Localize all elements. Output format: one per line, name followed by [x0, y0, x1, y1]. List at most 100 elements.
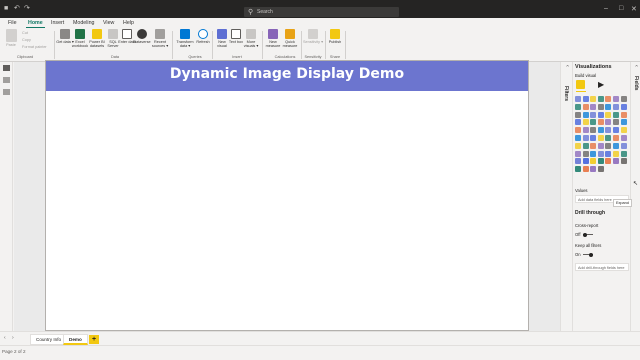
visual-type-icon[interactable]	[575, 127, 581, 134]
visual-type-icon[interactable]	[575, 111, 581, 118]
visual-type-icon[interactable]	[620, 142, 627, 149]
cut-button[interactable]: Cut	[22, 31, 28, 35]
quick-measure-button[interactable]: Quick measure	[281, 29, 299, 49]
visual-type-icon[interactable]	[605, 127, 612, 134]
tab-insert[interactable]: Insert	[49, 19, 66, 27]
visual-type-icon[interactable]	[597, 135, 604, 141]
paste-button[interactable]: Paste	[2, 29, 20, 47]
new-measure-button[interactable]: New measure	[264, 29, 282, 49]
add-page-button[interactable]: +	[89, 335, 99, 344]
visual-type-icon[interactable]	[590, 158, 597, 165]
visual-type-icon[interactable]	[582, 103, 589, 110]
recent-sources-button[interactable]: Recent sources ▾	[151, 29, 169, 49]
drill-through-well[interactable]: Add drill-through fields here	[575, 263, 629, 271]
visual-type-icon[interactable]	[613, 111, 619, 118]
visual-type-icon[interactable]	[582, 166, 589, 173]
visual-type-icon[interactable]	[597, 166, 604, 173]
excel-workbook-button[interactable]: Excel workbook	[71, 29, 89, 49]
undo-icon[interactable]: ↶	[14, 5, 20, 13]
filters-pane-collapsed[interactable]: ‹ Filters	[560, 62, 572, 344]
report-page[interactable]: Dynamic Image Display Demo	[45, 60, 529, 331]
visual-type-icon[interactable]	[590, 150, 597, 157]
copy-button[interactable]: Copy	[22, 38, 31, 42]
visual-type-icon[interactable]	[597, 111, 604, 118]
tab-modeling[interactable]: Modeling	[71, 19, 97, 27]
visual-type-icon[interactable]	[605, 135, 612, 141]
visual-type-icon[interactable]	[582, 158, 589, 165]
visual-type-icon[interactable]	[613, 158, 619, 165]
visual-type-icon[interactable]	[575, 103, 581, 110]
visual-type-icon[interactable]	[575, 158, 581, 165]
visual-type-icon[interactable]	[605, 158, 612, 165]
expand-icon[interactable]: ‹	[633, 65, 639, 67]
data-view-icon[interactable]	[3, 77, 10, 83]
tab-view[interactable]: View	[101, 19, 116, 27]
collapse-icon[interactable]: ‹	[564, 65, 570, 67]
visual-type-icon[interactable]	[613, 135, 619, 141]
visual-type-icon[interactable]	[575, 119, 581, 126]
visual-type-icon[interactable]	[590, 135, 597, 141]
dataverse-button[interactable]: Dataverse	[133, 29, 151, 44]
visual-type-icon[interactable]	[620, 135, 627, 141]
visual-type-icon[interactable]	[590, 119, 597, 126]
visual-type-icon[interactable]	[613, 150, 619, 157]
format-painter-button[interactable]: Format painter	[22, 45, 47, 49]
visual-type-icon[interactable]	[620, 158, 627, 165]
visual-type-icon[interactable]	[605, 111, 612, 118]
sensitivity-button[interactable]: Sensitivity ▾	[302, 29, 324, 44]
visual-type-icon[interactable]	[582, 135, 589, 141]
next-page-icon[interactable]: ›	[12, 335, 14, 341]
visual-type-icon[interactable]	[582, 111, 589, 118]
visual-type-icon[interactable]	[605, 150, 612, 157]
visual-type-icon[interactable]	[590, 127, 597, 134]
build-visual-icon[interactable]	[576, 80, 585, 89]
visual-type-icon[interactable]	[605, 103, 612, 110]
visual-type-icon[interactable]	[605, 142, 612, 149]
transform-data-button[interactable]: Transform data ▾	[176, 29, 194, 49]
visual-type-icon[interactable]	[613, 119, 619, 126]
visual-type-icon[interactable]	[582, 127, 589, 134]
visual-type-icon[interactable]	[575, 150, 581, 157]
minimize-icon[interactable]: –	[604, 5, 608, 12]
tab-help[interactable]: Help	[121, 19, 136, 27]
model-view-icon[interactable]	[3, 89, 10, 95]
visual-type-icon[interactable]	[620, 111, 627, 118]
visual-type-icon[interactable]	[597, 150, 604, 157]
visual-type-icon[interactable]	[620, 119, 627, 126]
report-view-icon[interactable]	[3, 65, 10, 71]
visual-type-icon[interactable]	[590, 166, 597, 173]
visual-type-icon[interactable]	[620, 96, 627, 102]
more-visuals-button[interactable]: More visuals ▾	[242, 29, 260, 49]
keep-all-filters-toggle[interactable]	[583, 252, 593, 257]
visual-type-icon[interactable]	[620, 127, 627, 134]
visual-type-icon[interactable]	[590, 103, 597, 110]
visual-type-icon[interactable]	[582, 96, 589, 102]
visual-type-icon[interactable]	[597, 103, 604, 110]
visual-type-icon[interactable]	[590, 111, 597, 118]
visual-type-icon[interactable]	[605, 96, 612, 102]
visual-type-icon[interactable]	[597, 142, 604, 149]
publish-button[interactable]: Publish	[326, 29, 344, 44]
visual-type-icon[interactable]	[597, 96, 604, 102]
visual-type-icon[interactable]	[613, 127, 619, 134]
visual-type-icon[interactable]	[597, 127, 604, 134]
visual-type-icon[interactable]	[582, 119, 589, 126]
visual-type-icon[interactable]	[613, 103, 619, 110]
visual-type-icon[interactable]	[575, 166, 581, 173]
refresh-button[interactable]: Refresh	[194, 29, 212, 44]
visual-type-icon[interactable]	[605, 119, 612, 126]
page-tab-country-info[interactable]: Country Info	[30, 334, 68, 345]
title-banner[interactable]: Dynamic Image Display Demo	[46, 61, 528, 91]
visual-type-icon[interactable]	[613, 96, 619, 102]
tab-home[interactable]: Home	[26, 19, 45, 28]
visual-type-icon[interactable]	[597, 119, 604, 126]
visual-type-icon[interactable]	[575, 96, 581, 102]
cross-report-toggle[interactable]	[583, 232, 593, 237]
visual-type-icon[interactable]	[620, 150, 627, 157]
redo-icon[interactable]: ↷	[24, 5, 30, 13]
search-box[interactable]: ⚲ Search	[244, 7, 399, 17]
save-icon[interactable]: ■	[4, 5, 8, 13]
page-tab-demo[interactable]: Demo	[63, 334, 88, 345]
visual-type-icon[interactable]	[575, 135, 581, 141]
maximize-icon[interactable]: □	[619, 5, 623, 12]
